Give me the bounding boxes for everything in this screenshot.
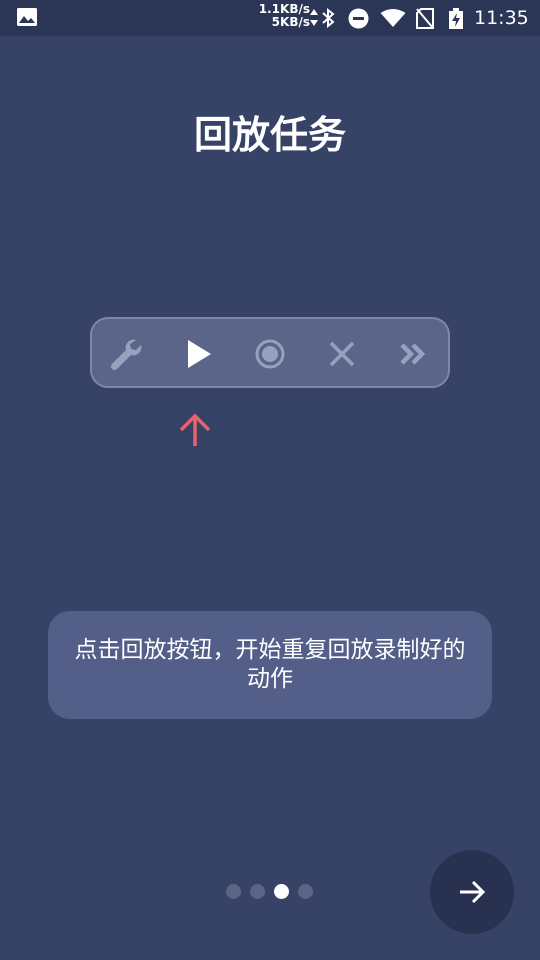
status-clock: 11:35 xyxy=(474,7,529,29)
tip-card: 点击回放按钮，开始重复回放录制好的动作 xyxy=(48,611,492,719)
status-bar: 1.1KB/s 5KB/s 11:35 xyxy=(0,0,540,36)
data-arrows-icon xyxy=(310,9,318,26)
next-button[interactable] xyxy=(430,850,514,934)
page-dot-4 xyxy=(298,884,313,899)
close-icon[interactable] xyxy=(324,336,360,372)
page-dot-3 xyxy=(274,884,289,899)
hint-arrow-icon xyxy=(179,413,211,446)
page-dot-1 xyxy=(226,884,241,899)
wrench-icon[interactable] xyxy=(108,336,144,372)
play-icon[interactable] xyxy=(180,336,216,372)
replay-toolbar xyxy=(90,317,450,388)
page-dot-2 xyxy=(250,884,265,899)
gallery-icon xyxy=(17,8,37,26)
arrow-right-icon xyxy=(460,880,486,904)
bluetooth-icon xyxy=(322,8,335,28)
record-icon[interactable] xyxy=(252,336,288,372)
fast-forward-icon[interactable] xyxy=(396,336,432,372)
wifi-icon xyxy=(380,9,406,27)
do-not-disturb-icon xyxy=(348,8,369,29)
tip-text: 点击回放按钮，开始重复回放录制好的动作 xyxy=(74,637,466,692)
net-down-speed: 5KB/s xyxy=(271,15,310,29)
page-indicator xyxy=(226,884,322,900)
no-sim-icon xyxy=(416,8,434,29)
network-speed: 1.1KB/s 5KB/s xyxy=(252,3,310,29)
battery-charging-icon xyxy=(449,8,463,29)
page-title: 回放任务 xyxy=(193,113,346,157)
